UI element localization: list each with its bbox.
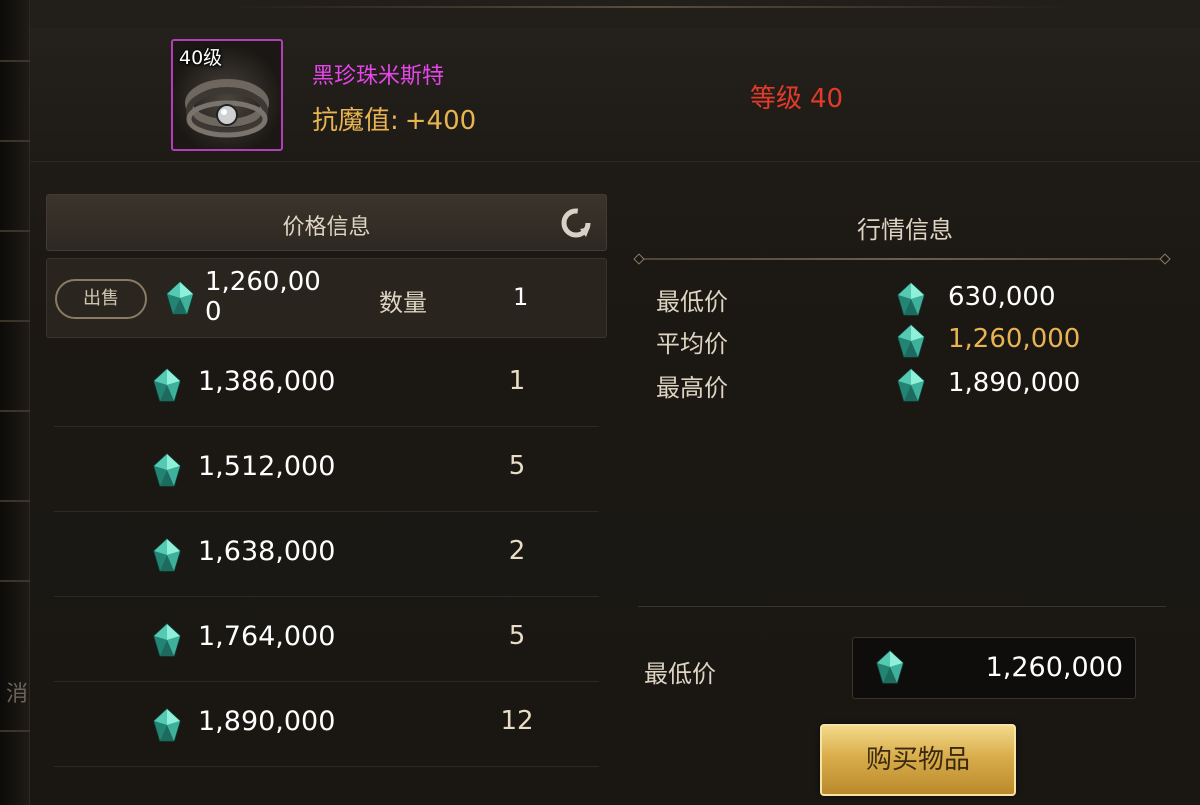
gem-icon [876, 650, 904, 684]
listing-price: 1,890,000 [198, 706, 336, 737]
stat-value: 1,260,000 [948, 324, 1081, 354]
item-level-badge: 40级 [179, 47, 223, 69]
market-stat-lowest: 最低价 630,000 [656, 280, 1136, 320]
min-price-value: 1,260,000 [985, 652, 1123, 683]
gem-icon [153, 453, 181, 487]
min-price-label: 最低价 [644, 660, 716, 688]
item-summary: 40级 黑珍珠米斯特 抗魔值: +400 等级 40 [30, 28, 1200, 162]
listing-row[interactable]: 1,386,000 1 [54, 342, 599, 427]
section-divider [638, 606, 1166, 607]
listing-quantity: 12 [500, 706, 534, 736]
side-divider [0, 60, 30, 62]
listing-quantity: 5 [508, 451, 526, 481]
listing-quantity: 2 [508, 536, 526, 566]
sell-button[interactable]: 出售 [55, 279, 147, 319]
sell-quantity: 1 [513, 283, 529, 311]
listing-price: 1,386,000 [198, 366, 336, 397]
gem-icon [153, 368, 181, 402]
price-info-header: 价格信息 [46, 194, 607, 251]
ring-icon [185, 79, 269, 138]
side-divider [0, 500, 30, 502]
required-level: 等级 40 [750, 78, 843, 115]
side-menu-strip: 消 [0, 0, 30, 805]
price-info-title: 价格信息 [282, 215, 371, 240]
side-divider [0, 410, 30, 412]
gem-icon [166, 281, 194, 315]
side-divider [0, 580, 30, 582]
stat-label: 最高价 [656, 374, 728, 402]
listing-quantity: 5 [508, 621, 526, 651]
gem-icon [153, 623, 181, 657]
required-level-value: 40 [810, 84, 844, 114]
listing-quantity: 1 [508, 366, 526, 396]
listing-row[interactable]: 1,512,000 5 [54, 427, 599, 512]
listing-row[interactable]: 1,638,000 2 [54, 512, 599, 597]
buy-item-button[interactable]: 购买物品 [820, 724, 1016, 796]
refresh-icon [561, 208, 591, 238]
gem-icon [897, 324, 925, 358]
stat-label: 抗魔值: [312, 106, 399, 136]
item-stat: 抗魔值: +400 [312, 100, 476, 137]
listing-row[interactable]: 1,764,000 5 [54, 597, 599, 682]
item-name: 黑珍珠米斯特 [312, 64, 445, 89]
refresh-button[interactable] [558, 205, 594, 241]
stat-label: 平均价 [656, 330, 728, 358]
listing-price: 1,512,000 [198, 451, 336, 482]
stat-value: 1,890,000 [948, 368, 1081, 398]
sell-price: 1,260,000 [205, 267, 321, 327]
gem-icon [897, 282, 925, 316]
stat-value: +400 [404, 106, 477, 136]
market-stat-highest: 最高价 1,890,000 [656, 366, 1136, 406]
listing-price: 1,764,000 [198, 621, 336, 652]
quantity-label: 数量 [379, 289, 427, 317]
side-divider [0, 230, 30, 232]
market-divider [638, 258, 1166, 260]
listing-price: 1,638,000 [198, 536, 336, 567]
sell-row: 出售 1,260,000 数量 1 [46, 258, 607, 338]
side-divider [0, 140, 30, 142]
required-level-label: 等级 [750, 84, 803, 114]
gem-icon [153, 708, 181, 742]
side-divider [0, 320, 30, 322]
gem-icon [153, 538, 181, 572]
listing-row[interactable]: 1,890,000 12 [54, 682, 599, 767]
market-info-title: 行情信息 [857, 216, 953, 244]
gem-icon [897, 368, 925, 402]
market-stat-average: 平均价 1,260,000 [656, 322, 1136, 362]
min-price-field[interactable]: 1,260,000 [852, 637, 1136, 699]
item-slot[interactable]: 40级 [171, 39, 283, 151]
side-menu-label[interactable]: 消 [6, 676, 28, 708]
stat-label: 最低价 [656, 288, 728, 316]
stat-value: 630,000 [948, 282, 1056, 312]
side-divider [0, 730, 30, 732]
top-divider [230, 6, 1070, 8]
trade-panel: 40级 黑珍珠米斯特 抗魔值: +400 等级 40 价格信息 出售 1,260,0… [30, 0, 1200, 805]
